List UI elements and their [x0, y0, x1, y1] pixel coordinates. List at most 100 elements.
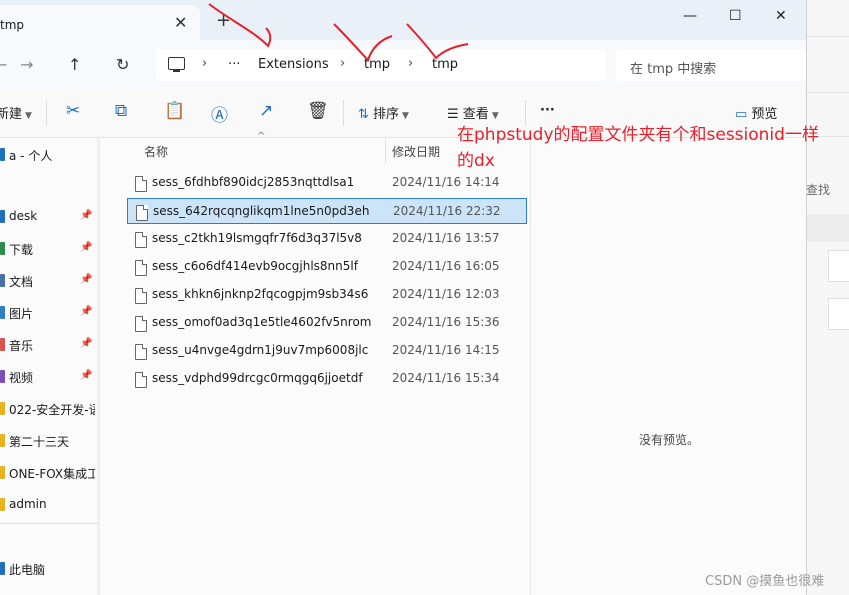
sidebar-item[interactable]: 下载 📌	[0, 236, 100, 262]
file-row[interactable]: sess_omof0ad3q1e5tle4602fv5nrom 2024/11/1…	[127, 310, 527, 336]
computer-icon[interactable]	[168, 57, 185, 72]
sidebar-item-label: 此电脑	[9, 563, 46, 577]
sidebar-item[interactable]: ONE-FOX集成工	[0, 460, 100, 486]
search-input[interactable]: 在 tmp 中搜索	[616, 49, 806, 81]
folder-icon	[0, 148, 5, 161]
forward-button[interactable]: →	[20, 55, 33, 74]
view-button[interactable]: ☰ 查看 ▼	[447, 103, 499, 122]
refresh-button[interactable]: ↻	[116, 55, 129, 74]
chevron-right-icon[interactable]: ›	[408, 56, 413, 71]
folder-icon	[0, 210, 5, 223]
sidebar-item-label: a - 个人	[9, 149, 53, 163]
breadcrumb-tmp-current[interactable]: tmp	[432, 57, 458, 72]
sort-button[interactable]: ⇅ 排序 ▼	[358, 103, 409, 122]
file-date: 2024/11/16 12:03	[392, 287, 500, 301]
cut-icon[interactable]: ✂	[66, 101, 80, 121]
bg-find-label: 查找	[806, 183, 831, 197]
background-app: 查找	[806, 0, 849, 595]
navigation-pane: a - 个人 desk 📌 下载 📌 文档 📌 图片 📌 音乐 📌 视频 📌 022-安全开发-语第二十三…	[0, 138, 104, 595]
breadcrumb-more[interactable]: ···	[228, 57, 240, 72]
column-header-name[interactable]: 名称	[144, 143, 168, 160]
more-options-button[interactable]: ···	[540, 103, 555, 118]
address-row: ← → ↑ ↻ › ··· Extensions › tmp › tmp 在 t…	[0, 40, 806, 90]
breadcrumb-tmp[interactable]: tmp	[364, 57, 390, 72]
sidebar-item[interactable]: a - 个人	[0, 142, 100, 168]
paste-icon[interactable]: 📋	[164, 101, 185, 121]
folder-icon	[0, 562, 5, 575]
search-placeholder: 在 tmp 中搜索	[630, 62, 717, 77]
back-button[interactable]: ←	[0, 55, 7, 74]
folder-icon	[0, 242, 5, 255]
file-icon	[135, 344, 147, 360]
delete-icon[interactable]: 🗑	[307, 101, 329, 121]
maximize-button[interactable]: ☐	[729, 8, 742, 24]
file-icon	[135, 260, 147, 276]
chevron-down-icon: ▼	[491, 111, 499, 121]
rename-icon[interactable]: Ⓐ	[211, 101, 228, 126]
minimize-button[interactable]: —	[683, 8, 697, 24]
sidebar-item[interactable]: 图片 📌	[0, 300, 100, 326]
address-bar[interactable]: › ··· Extensions › tmp › tmp	[156, 49, 606, 81]
no-preview-text: 没有预览。	[639, 433, 700, 447]
toolbar-divider	[46, 100, 47, 126]
up-button[interactable]: ↑	[68, 55, 81, 74]
folder-icon	[0, 498, 5, 511]
sort-icon: ⇅	[358, 107, 374, 122]
file-name: sess_642rqcqnglikqm1lne5n0pd3eh	[153, 204, 370, 218]
file-icon	[135, 176, 147, 192]
file-row[interactable]: sess_u4nvge4gdrn1j9uv7mp6008jlc 2024/11/1…	[127, 338, 527, 364]
bg-band	[806, 214, 849, 242]
folder-icon	[0, 434, 5, 447]
tab-tmp[interactable]: tmp ✕	[0, 5, 200, 40]
folder-icon	[0, 466, 5, 479]
chevron-right-icon[interactable]: ›	[340, 56, 345, 71]
chevron-down-icon: ▼	[402, 111, 409, 121]
file-date: 2024/11/16 16:05	[392, 259, 500, 273]
file-row[interactable]: sess_vdphd99drcgc0rmqgq6jjoetdf 2024/11/1…	[127, 366, 527, 392]
close-button[interactable]: ✕	[775, 8, 787, 24]
folder-icon	[0, 370, 5, 383]
chevron-right-icon[interactable]: ›	[202, 56, 207, 71]
sidebar-item[interactable]: desk 📌	[0, 204, 100, 230]
sidebar-item[interactable]: 文档 📌	[0, 268, 100, 294]
file-date: 2024/11/16 14:15	[392, 343, 500, 357]
new-button[interactable]: 新建▼	[0, 103, 32, 122]
file-row[interactable]: sess_khkn6jnknp2fqcogpjm9sb34s6 2024/11/1…	[127, 282, 527, 308]
file-name: sess_khkn6jnknp2fqcogpjm9sb34s6	[152, 287, 369, 301]
file-date: 2024/11/16 22:32	[393, 204, 501, 218]
preview-button[interactable]: ▭ 预览	[735, 103, 777, 122]
sidebar-item[interactable]: 此电脑	[0, 556, 100, 582]
breadcrumb-extensions[interactable]: Extensions	[258, 57, 329, 72]
pin-icon: 📌	[80, 242, 93, 253]
sidebar-divider	[0, 523, 100, 524]
column-header-date[interactable]: 修改日期	[392, 143, 440, 160]
folder-icon	[0, 274, 5, 287]
column-divider[interactable]	[385, 138, 386, 164]
preview-pane-icon: ▭	[735, 107, 752, 122]
sidebar-item[interactable]: 第二十三天	[0, 428, 100, 454]
folder-icon	[0, 338, 5, 351]
sidebar-item-label: admin	[9, 497, 47, 511]
sidebar-item[interactable]: 视频 📌	[0, 364, 100, 390]
watermark: CSDN @摸鱼也很难	[705, 574, 825, 589]
file-icon	[136, 205, 148, 221]
file-row[interactable]: sess_c2tkh19lsmgqfr7f6d3q37l5v8 2024/11/1…	[127, 226, 527, 252]
sidebar-item[interactable]: 022-安全开发-语	[0, 396, 100, 422]
tab-close-icon[interactable]: ✕	[174, 13, 187, 32]
file-list: 名称 ^ 修改日期 sess_6fdhbf890idcj2853nqttdlsa…	[110, 131, 530, 595]
copy-icon[interactable]: ⧉	[115, 101, 127, 121]
bg-divider	[806, 92, 849, 93]
sidebar-item[interactable]: admin	[0, 492, 100, 518]
new-label: 新建	[0, 107, 23, 122]
annotation-text: 在phpstudy的配置文件夹有个和sessionid一样的dx	[457, 125, 819, 171]
file-row[interactable]: sess_c6o6df414evb9ocgjhls8nn5lf 2024/11/1…	[127, 254, 527, 280]
new-tab-button[interactable]: +	[216, 10, 231, 31]
sidebar-item[interactable]: 音乐 📌	[0, 332, 100, 358]
file-name: sess_u4nvge4gdrn1j9uv7mp6008jlc	[152, 343, 369, 357]
pin-icon: 📌	[80, 306, 93, 317]
sidebar-item-label: 第二十三天	[9, 435, 70, 449]
file-row[interactable]: sess_642rqcqnglikqm1lne5n0pd3eh 2024/11/1…	[127, 198, 527, 224]
file-date: 2024/11/16 15:36	[392, 315, 500, 329]
share-icon[interactable]: ↗	[259, 101, 273, 121]
file-date: 2024/11/16 15:34	[392, 371, 500, 385]
